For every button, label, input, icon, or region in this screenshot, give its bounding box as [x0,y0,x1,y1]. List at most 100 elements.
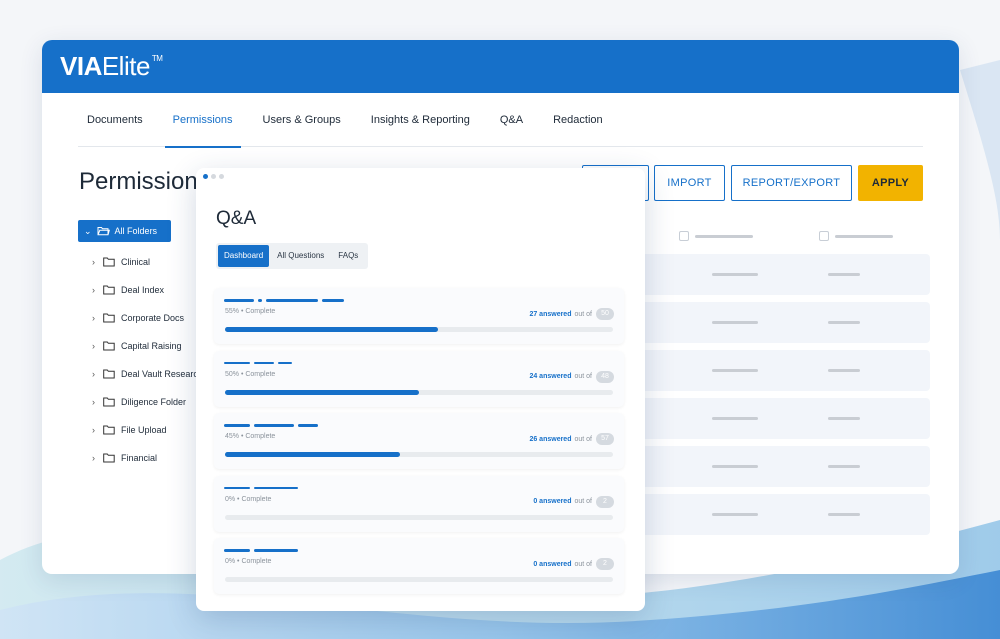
qa-card[interactable]: 0% • Complete 0 answered out of 2 [214,475,624,532]
qa-tab-faqs[interactable]: FAQs [332,245,364,267]
chevron-right-icon: › [92,369,95,379]
apply-button[interactable]: APPLY [858,165,923,201]
chevron-right-icon: › [92,313,95,323]
out-of-label: out of [574,560,592,568]
out-of-label: out of [574,435,592,443]
folder-item-clinical[interactable]: › Clinical [78,248,203,276]
card-title-placeholder [224,549,302,552]
folder-item-financial[interactable]: › Financial [78,444,203,472]
folder-label: Corporate Docs [121,313,185,323]
cell-placeholder [828,369,860,372]
chevron-right-icon: › [92,425,95,435]
folder-item-deal-vault-research[interactable]: › Deal Vault Research [78,360,203,388]
card-title-placeholder [224,299,348,302]
header-placeholder [695,234,753,238]
header-checkbox[interactable] [819,231,829,241]
folder-icon [103,257,115,267]
qa-card[interactable]: 0% • Complete 0 answered out of 2 [214,538,624,594]
progress-bar [225,327,613,332]
logo-bold: VIA [60,51,102,81]
folder-icon [103,313,115,323]
folder-icon [103,369,115,379]
folder-icon [103,341,115,351]
card-percent: 55% • Complete [225,308,276,315]
out-of-label: out of [574,373,592,380]
folder-label: Deal Index [121,285,165,295]
page-title: Permissions [79,168,210,195]
pager-dot[interactable] [203,174,208,179]
table-row[interactable] [632,302,930,343]
folder-item-deal-index[interactable]: › Deal Index [78,276,203,304]
tab-permissions[interactable]: Permissions [164,93,241,148]
header-placeholder [835,234,893,238]
logo-light: Elite [101,51,151,81]
out-of-label: out of [574,310,592,318]
table-row[interactable] [632,494,930,535]
total-badge: 2 [596,495,614,508]
folder-root-all-folders[interactable]: ⌄ All Folders [78,220,171,242]
table-row[interactable] [632,446,930,487]
table-row[interactable] [632,350,930,391]
folder-item-file-upload[interactable]: › File Upload [78,416,203,444]
card-answered: 27 answered out of 50 [529,308,614,320]
table-row[interactable] [632,398,930,439]
logo-trademark: TM [151,54,163,63]
folder-item-diligence-folder[interactable]: › Diligence Folder [78,388,203,416]
qa-card[interactable]: 55% • Complete 27 answered out of 50 [214,288,624,344]
folder-root-label: All Folders [114,226,158,236]
card-percent: 0% • Complete [225,558,272,565]
progress-bar [225,452,613,457]
qa-card[interactable]: 45% • Complete 26 answered out of 57 [214,413,624,469]
qa-title: Q&A [216,208,257,229]
cell-placeholder [712,417,758,420]
chevron-right-icon: › [92,453,95,463]
logo: VIA Elite TM [60,51,163,82]
report-export-button[interactable]: REPORT/EXPORT [731,165,852,201]
folder-label: Capital Raising [121,341,182,351]
card-percent: 0% • Complete [225,495,272,503]
folder-icon [103,453,115,463]
header-checkbox[interactable] [679,231,689,241]
card-answered: 0 answered out of 2 [533,495,614,508]
tab-insights-reporting[interactable]: Insights & Reporting [371,93,470,147]
qa-card[interactable]: 50% • Complete 24 answered out of 48 [214,350,624,407]
chevron-right-icon: › [92,397,95,407]
pager-dot[interactable] [211,174,216,179]
import-button[interactable]: IMPORT [654,165,725,201]
cell-placeholder [712,513,758,516]
answered-count: 26 answered [529,435,572,443]
tab-documents[interactable]: Documents [87,93,143,147]
progress-fill [225,389,419,395]
out-of-label: out of [574,498,592,505]
card-percent: 50% • Complete [225,370,276,378]
folder-item-corporate-docs[interactable]: › Corporate Docs [78,304,203,332]
cell-placeholder [712,369,758,372]
folder-tree: ⌄ All Folders › Clinical › Deal Index › … [78,220,203,472]
folder-label: File Upload [121,425,167,435]
tab-redaction[interactable]: Redaction [553,93,603,147]
folder-item-capital-raising[interactable]: › Capital Raising [78,332,203,360]
table-row[interactable] [632,254,930,295]
cell-placeholder [828,513,860,516]
chevron-down-icon: ⌄ [84,225,92,236]
answered-count: 0 answered [533,498,572,505]
qa-tab-dashboard[interactable]: Dashboard [218,245,270,267]
qa-tabs: Dashboard All Questions FAQs [216,243,369,269]
progress-fill [225,327,439,332]
tab-qa[interactable]: Q&A [500,93,523,147]
permissions-table [632,225,930,535]
answered-count: 0 answered [533,560,572,568]
card-answered: 26 answered out of 57 [529,433,614,445]
tab-users-groups[interactable]: Users & Groups [263,93,341,147]
cell-placeholder [712,321,758,324]
progress-bar [225,514,613,520]
progress-bar [225,389,613,395]
pager-dot[interactable] [219,174,224,179]
cell-placeholder [828,321,860,324]
cell-placeholder [828,465,860,468]
cell-placeholder [712,273,758,276]
answered-count: 27 answered [529,310,572,318]
qa-tab-all-questions[interactable]: All Questions [271,245,330,267]
folder-label: Diligence Folder [121,397,187,407]
cell-placeholder [712,465,758,468]
